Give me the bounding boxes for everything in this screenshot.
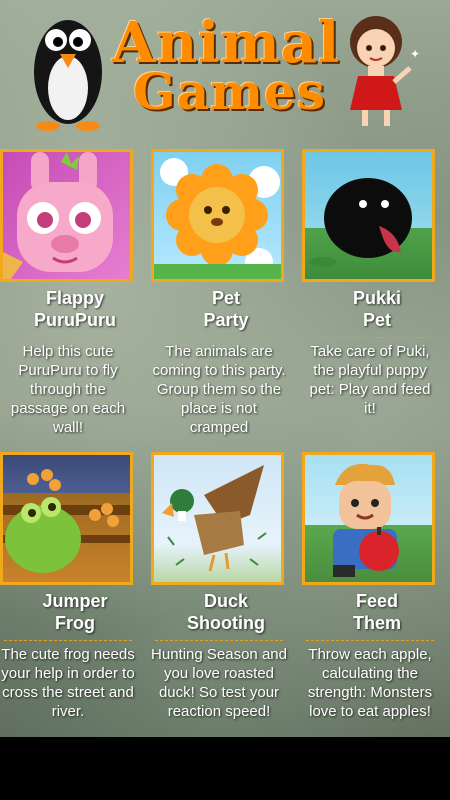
divider [155,337,283,338]
game-title-line2: Frog [55,613,95,633]
game-title-line2: Party [203,310,249,330]
game-thumbnail[interactable] [151,149,284,282]
game-title[interactable]: Feed Them [302,590,450,634]
game-card-duck-shooting[interactable]: Duck Shooting Hunting Season and you lov… [151,452,301,737]
game-title[interactable]: Jumper Frog [0,590,150,634]
game-description: Help this cute PuruPuru to fly through t… [10,343,126,436]
game-title[interactable]: Duck Shooting [151,590,301,634]
game-thumbnail[interactable] [0,149,133,282]
divider [306,337,434,338]
game-title-line1: Pukki [352,288,402,308]
app-screen: Animal Games ✦ Flappy PuruPuru Help this… [0,0,450,737]
black-puppy-icon [309,178,412,267]
game-thumbnail[interactable] [302,452,435,585]
game-thumbnail[interactable] [0,452,133,585]
game-card-flappy-purupuru[interactable]: Flappy PuruPuru Help this cute PuruPuru … [0,149,150,439]
game-description: Throw each apple, calculating the streng… [307,646,433,720]
game-card-pukki-pet[interactable]: Pukki Pet Take care of Puki, the playful… [302,149,450,439]
girl-mascot-icon: ✦ [350,16,420,126]
game-title[interactable]: Pukki Pet [302,287,450,331]
game-card-feed-them[interactable]: Feed Them Throw each apple, calculating … [302,452,450,737]
divider [4,337,132,338]
app-header: Animal Games ✦ [0,0,450,140]
game-title-line1: Duck [203,591,248,611]
game-title[interactable]: Flappy PuruPuru [0,287,150,331]
game-thumbnail[interactable] [151,452,284,585]
game-title-line1: Flappy [45,288,104,308]
svg-text:✦: ✦ [410,47,420,61]
flower-lion-icon [154,158,281,279]
boy-apple-icon [333,463,399,577]
game-title-line2: Shooting [187,613,265,633]
game-card-pet-party[interactable]: Pet Party The animals are coming to this… [151,149,301,439]
game-description: Hunting Season and you love roasted duck… [151,646,287,720]
game-title[interactable]: Pet Party [151,287,301,331]
game-description: Take care of Puki, the playful puppy pet… [309,343,431,417]
game-thumbnail[interactable] [302,149,435,282]
game-description: The cute frog needs your help in order t… [1,646,135,720]
frog-icon [3,469,130,573]
game-title-line1: Pet [211,288,240,308]
game-title-line2: Them [352,613,401,633]
game-title-line1: Feed [355,591,398,611]
system-navigation-bar [0,737,450,800]
divider [4,640,132,641]
divider [155,640,283,641]
game-card-jumper-frog[interactable]: Jumper Frog The cute frog needs your hel… [0,452,150,737]
game-title-line2: PuruPuru [33,310,116,330]
game-description: The animals are coming to this party. Gr… [152,343,286,436]
penguin-icon [34,20,102,131]
game-title-line2: Pet [362,310,391,330]
duck-icon [162,465,267,572]
divider [306,640,434,641]
game-title-line1: Jumper [42,591,108,611]
logo-title-line2: Games [133,62,326,121]
pink-bunny-icon [3,152,113,279]
